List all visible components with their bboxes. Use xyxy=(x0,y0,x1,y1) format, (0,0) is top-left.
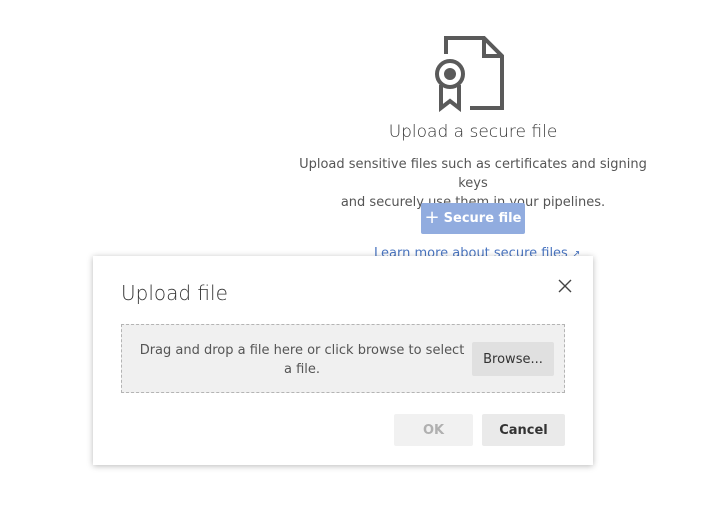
close-icon xyxy=(558,279,572,293)
add-secure-file-label: Secure file xyxy=(443,211,522,226)
ok-button[interactable]: OK xyxy=(394,414,473,446)
file-dropzone[interactable]: Drag and drop a file here or click brows… xyxy=(121,324,565,393)
empty-state-description-line1: Upload sensitive files such as certifica… xyxy=(299,157,647,191)
browse-button[interactable]: Browse... xyxy=(472,342,554,376)
plus-icon: + xyxy=(424,206,440,228)
dialog-title: Upload file xyxy=(121,281,228,305)
secure-file-certificate-icon xyxy=(435,36,504,112)
dropzone-instructions: Drag and drop a file here or click brows… xyxy=(139,343,465,377)
close-dialog-button[interactable] xyxy=(553,274,577,298)
empty-state-title: Upload a secure file xyxy=(388,122,558,142)
cancel-button[interactable]: Cancel xyxy=(482,414,565,446)
add-secure-file-button[interactable]: + Secure file xyxy=(421,203,525,234)
upload-file-dialog: Upload file Drag and drop a file here or… xyxy=(93,256,593,465)
